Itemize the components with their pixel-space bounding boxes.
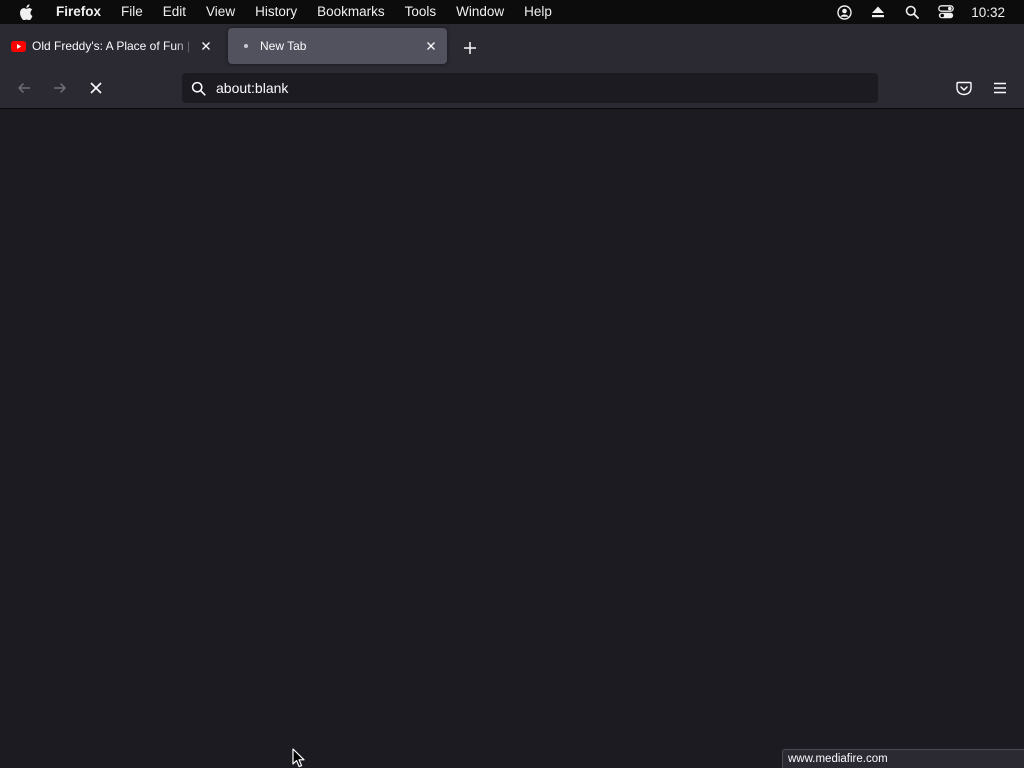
menu-help[interactable]: Help: [514, 0, 562, 24]
url-bar[interactable]: about:blank: [182, 73, 878, 103]
menu-edit[interactable]: Edit: [153, 0, 196, 24]
search-icon: [190, 80, 206, 96]
spotlight-search-icon[interactable]: [904, 4, 920, 20]
tab-title: New Tab: [260, 39, 307, 53]
account-icon[interactable]: [836, 4, 852, 20]
loading-dot-icon: [238, 38, 254, 54]
close-tab-icon[interactable]: [198, 38, 214, 54]
menu-tools[interactable]: Tools: [395, 0, 447, 24]
apple-logo-icon[interactable]: [18, 4, 34, 20]
tab-old-freddys[interactable]: Old Freddy's: A Place of Fun | Pl: [0, 28, 222, 64]
menu-view[interactable]: View: [196, 0, 245, 24]
menu-window[interactable]: Window: [446, 0, 514, 24]
stop-loading-icon: [90, 82, 102, 94]
eject-icon[interactable]: [870, 4, 886, 20]
page-content-area[interactable]: [0, 109, 1024, 768]
back-arrow-icon: [18, 82, 30, 94]
tab-new-tab[interactable]: New Tab: [228, 28, 447, 64]
hamburger-menu-icon: [994, 82, 1006, 94]
new-tab-button[interactable]: [460, 38, 480, 58]
app-menu-button[interactable]: [990, 78, 1010, 98]
macos-menu-bar: Firefox File Edit View History Bookmarks…: [0, 0, 1024, 24]
forward-arrow-icon: [54, 82, 66, 94]
pocket-button[interactable]: [954, 78, 974, 98]
control-center-icon[interactable]: [938, 4, 955, 20]
navigation-toolbar: about:blank: [0, 68, 1024, 109]
plus-icon: [464, 42, 476, 54]
pocket-icon: [956, 81, 972, 95]
tab-title: Old Freddy's: A Place of Fun | Pl: [32, 39, 194, 53]
stop-loading-button[interactable]: [86, 78, 106, 98]
url-text[interactable]: about:blank: [216, 80, 288, 96]
link-status-panel: www.mediafire.com: [782, 749, 1024, 768]
menu-bar-status-area: 10:32: [827, 0, 1024, 24]
menu-history[interactable]: History: [245, 0, 307, 24]
menu-bookmarks[interactable]: Bookmarks: [307, 0, 395, 24]
mouse-cursor-icon: [292, 748, 305, 768]
forward-button[interactable]: [50, 78, 70, 98]
menu-file[interactable]: File: [111, 0, 153, 24]
menu-firefox[interactable]: Firefox: [46, 0, 111, 24]
close-tab-icon[interactable]: [423, 38, 439, 54]
youtube-icon: [10, 38, 26, 54]
menu-bar-clock[interactable]: 10:32: [971, 5, 1005, 20]
tab-strip: Old Freddy's: A Place of Fun | Pl New Ta…: [0, 24, 1024, 68]
back-button[interactable]: [14, 78, 34, 98]
